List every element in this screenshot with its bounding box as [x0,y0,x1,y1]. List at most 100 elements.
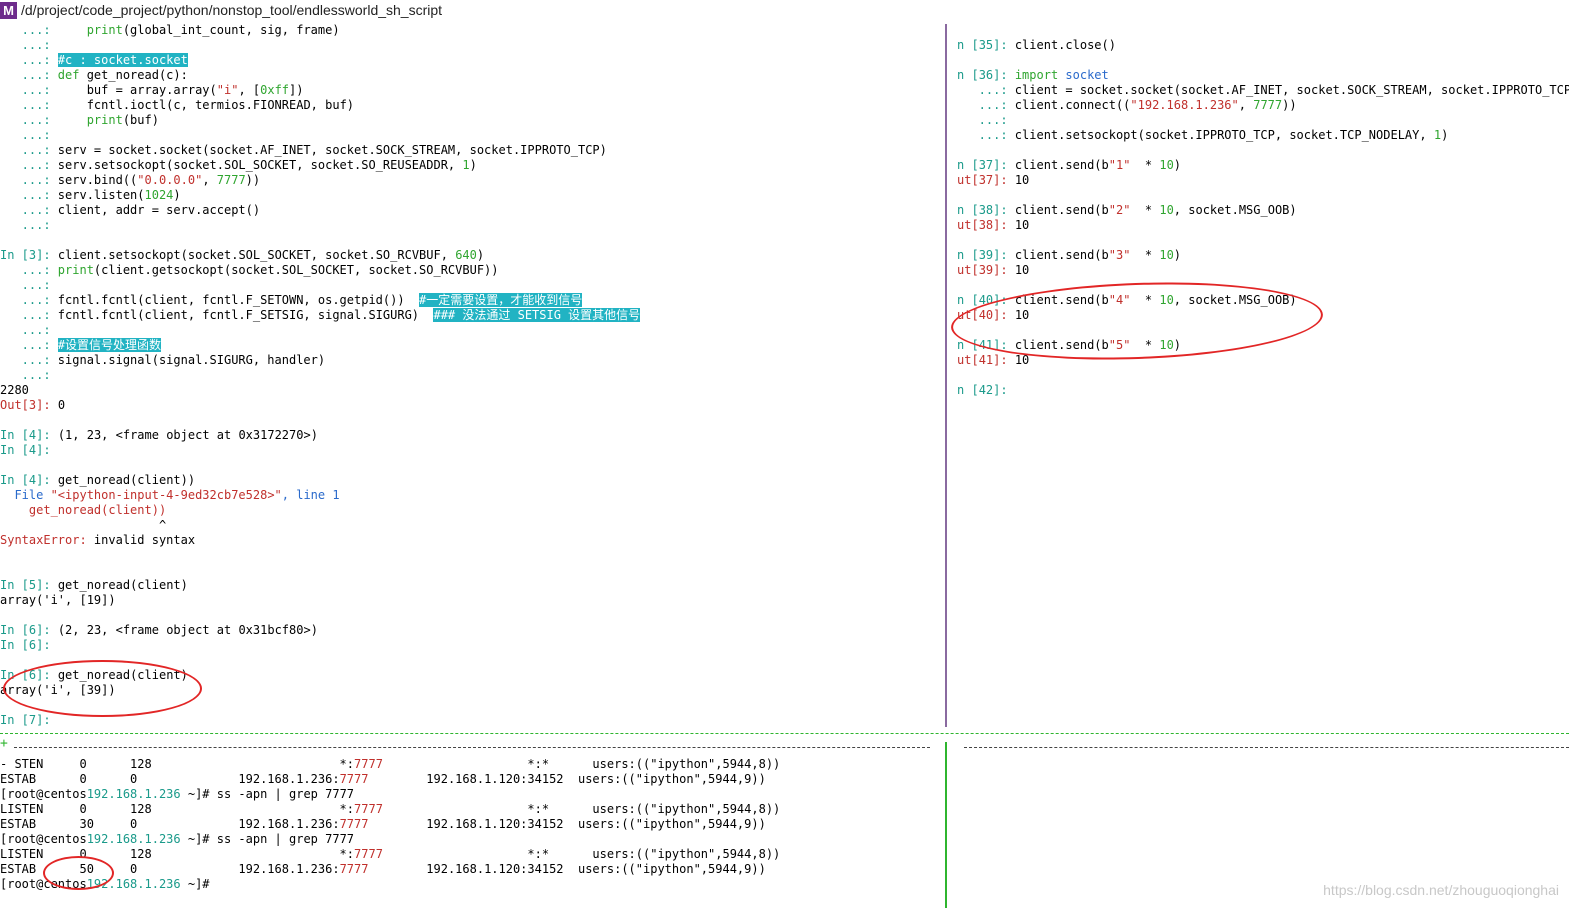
terminal-text: n [ [957,203,979,217]
terminal-text: ~]# ss -apn | grep 7777 [180,787,355,801]
terminal-text: ) [476,248,485,262]
terminal-text: ...: [0,368,51,382]
terminal-text: 7777 [354,847,383,861]
terminal-line: n [42]: [957,383,1008,398]
terminal-line: ...: [0,218,51,233]
terminal-text: ...: [957,128,1015,142]
terminal-text: client = socket.socket(socket.AF_INET, s… [1014,83,1569,97]
terminal-text: , [ [238,83,261,97]
left-terminal-pane[interactable]: ...: print(global_int_count, sig, frame)… [0,23,940,731]
terminal-line: Out[3]: 0 [0,398,65,413]
terminal-text: ESTAB 30 0 192.168.1.236: [0,817,340,831]
terminal-text: get_noread(client) [57,578,188,592]
terminal-text: get_noread(client)) [57,473,196,487]
terminal-text: ...: [0,188,58,202]
terminal-text: ...: [0,158,58,172]
annotation-circle-bottom-estab [43,856,114,890]
terminal-text: , socket.MSG_OOB) [1173,203,1297,217]
terminal-text: get_noread [86,68,159,82]
terminal-text: ~]# [180,877,210,891]
terminal-text: 38 [978,203,994,217]
terminal-line: ut[41]: 10 [957,353,1029,368]
terminal-text: ...: [0,203,58,217]
terminal-text: 35 [978,38,994,52]
terminal-text: ]: [993,383,1008,397]
terminal-line: In [4]: get_noread(client)) [0,473,195,488]
annotation-circle-left-noread [3,660,202,717]
vertical-pane-divider-top[interactable] [945,24,947,727]
terminal-text: #设置信号处理函数 [57,338,162,352]
terminal-text: ...: [0,113,87,127]
terminal-text: (1, 23, <frame object at 0x3172270>) [57,428,318,442]
terminal-text: 1024 [144,188,174,202]
terminal-text: In [ [0,638,29,652]
terminal-text: "2" [1108,203,1131,217]
terminal-line: ...: serv.bind(("0.0.0.0", 7777)) [0,173,260,188]
terminal-line: ...: [0,323,51,338]
terminal-text: 2280 [0,383,29,397]
terminal-line: ...: client.setsockopt(socket.IPPROTO_TC… [957,128,1449,143]
terminal-text: *:* users:(("ipython",5944,8)) [382,757,781,771]
terminal-text: 192.168.1.120:34152 users:(("ipython",59… [368,817,766,831]
terminal-text: ]: [993,173,1015,187]
terminal-text: In [ [0,428,29,442]
terminal-text: ut[ [957,263,979,277]
terminal-text: 7777 [339,772,369,786]
terminal-text: print [86,113,123,127]
terminal-text: [root@centos [0,832,87,846]
terminal-text: ...: [0,23,87,37]
terminal-text: 36 [978,68,994,82]
terminal-text: 38 [978,218,994,232]
terminal-text: invalid syntax [86,533,196,547]
bottom-shell-pane[interactable]: - STEN 0 128 *:7777 *:* users:(("ipython… [0,757,940,907]
terminal-text: 0 [57,398,66,412]
bottom-left-dashed-separator [14,747,930,748]
terminal-text: 192.168.1.236 [86,787,181,801]
terminal-text: client.send(b [1014,158,1109,172]
terminal-text: n [ [957,383,979,397]
terminal-text: 192.168.1.236 [86,832,181,846]
terminal-text: ESTAB 0 0 192.168.1.236: [0,772,340,786]
terminal-line: ...: serv.listen(1024) [0,188,181,203]
terminal-text: buf = array.array( [86,83,217,97]
terminal-text: ut[ [957,218,979,232]
terminal-text: 10 [1014,173,1030,187]
terminal-text: signal.signal(signal.SIGURG, handler) [57,353,326,367]
terminal-text: ...: [957,83,1015,97]
terminal-line: n [35]: client.close() [957,38,1116,53]
terminal-line: ...: [0,368,51,383]
terminal-line: get_noread(client)) [0,503,166,518]
terminal-text: )) [245,173,261,187]
terminal-text: "0.0.0.0" [137,173,203,187]
terminal-text: In [ [0,473,29,487]
terminal-text: 42 [978,383,994,397]
terminal-text: *:* users:(("ipython",5944,8)) [382,847,781,861]
terminal-text: #一定需要设置，才能收到信号 [419,293,583,307]
terminal-line: ...: client, addr = serv.accept() [0,203,260,218]
vertical-pane-divider-bottom[interactable] [945,742,947,908]
terminal-text: LISTEN 0 128 *: [0,802,355,816]
horizontal-pane-divider[interactable] [0,733,1569,734]
terminal-text: ...: [0,143,58,157]
terminal-text: serv = socket.socket(socket.AF_INET, soc… [57,143,607,157]
terminal-text: 192.168.1.120:34152 users:(("ipython",59… [368,862,766,876]
terminal-text: 7777 [1253,98,1283,112]
terminal-text: File [0,488,51,502]
terminal-text: ]: [993,203,1015,217]
terminal-text: def [57,68,87,82]
terminal-text: ...: [0,263,58,277]
terminal-text: 7777 [339,862,369,876]
terminal-line: LISTEN 0 128 *:7777 *:* users:(("ipython… [0,802,780,817]
terminal-line: In [7]: [0,713,51,728]
terminal-line: In [3]: client.setsockopt(socket.SOL_SOC… [0,248,484,263]
terminal-text: 10 [1159,158,1174,172]
terminal-text: Out[ [0,398,29,412]
terminal-text: 1 [1433,128,1442,142]
terminal-line: In [6]: [0,638,51,653]
terminal-text: 192.168.1.120:34152 users:(("ipython",59… [368,772,766,786]
terminal-text: ...: [957,113,1008,127]
terminal-text: ut[ [957,173,979,187]
terminal-line: ut[39]: 10 [957,263,1029,278]
terminal-line: ...: signal.signal(signal.SIGURG, handle… [0,353,325,368]
right-terminal-pane[interactable]: n [35]: client.close() n [36]: import soc… [957,23,1569,731]
